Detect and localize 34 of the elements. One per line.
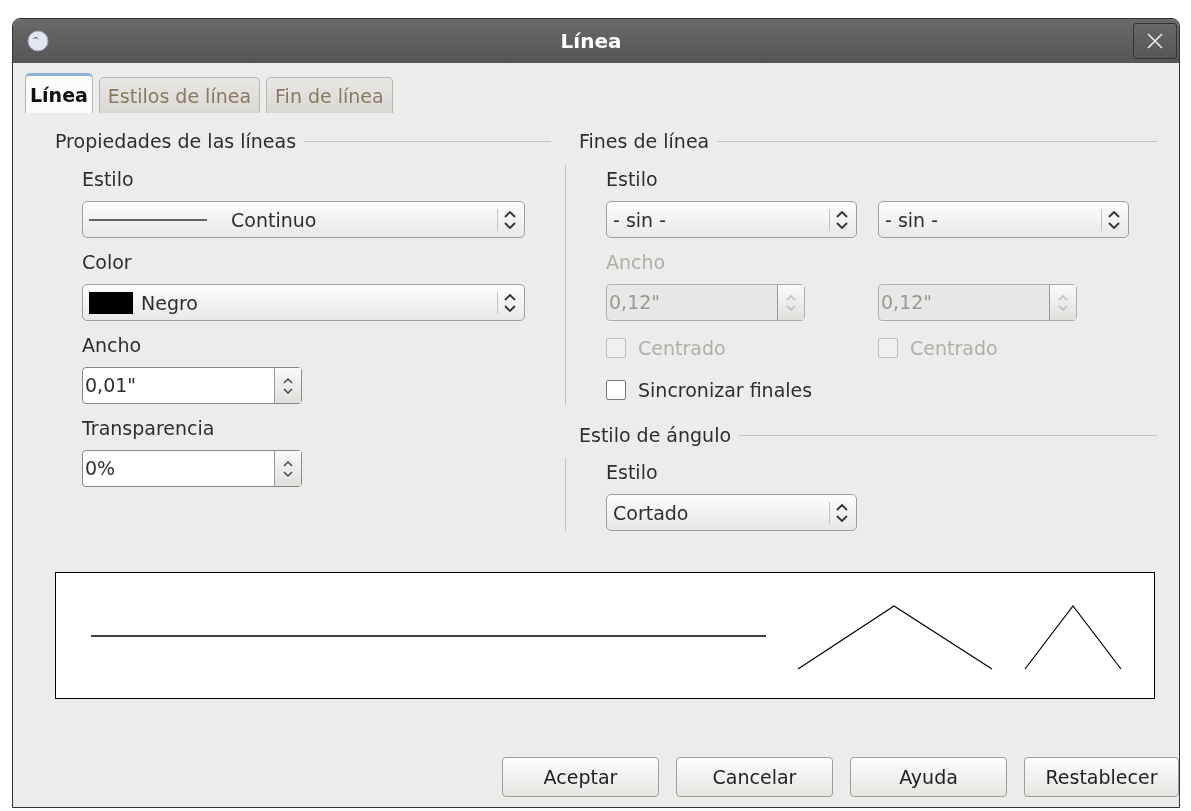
line-sample-icon: [89, 217, 207, 222]
dialog-button[interactable]: Aceptar: [502, 757, 659, 797]
spinner-arrows-icon: [829, 208, 848, 231]
color-dropdown[interactable]: Negro: [82, 284, 525, 321]
checkbox[interactable]: [606, 380, 626, 400]
tab[interactable]: Línea: [25, 73, 93, 113]
section-heading: Estilo de ángulo: [579, 424, 732, 446]
spinner-arrows-icon: [497, 291, 516, 314]
dialog-button[interactable]: Cancelar: [676, 757, 833, 797]
close-icon: [1146, 32, 1164, 50]
section-heading: Propiedades de las líneas: [55, 130, 297, 152]
dialog-button[interactable]: Restablecer: [1024, 757, 1179, 797]
close-button[interactable]: [1133, 23, 1177, 59]
spin-field[interactable]: 0,01": [82, 367, 302, 404]
checkbox-label: Sincronizar finales: [638, 379, 813, 401]
spinner-arrows-icon: [1101, 208, 1120, 231]
line-style-dropdown[interactable]: Continuo: [82, 201, 525, 238]
dialog-button[interactable]: Ayuda: [850, 757, 1007, 797]
checkbox-label: Centrado: [638, 337, 726, 359]
spin-field[interactable]: 0%: [82, 450, 302, 487]
field-label: Estilo: [606, 167, 658, 192]
spinner-arrows-icon: [497, 208, 516, 231]
field-label: Estilo: [82, 167, 134, 192]
field-label: Estilo: [606, 460, 658, 485]
checkbox-label: Centrado: [910, 337, 998, 359]
field-label: Color: [82, 250, 132, 275]
app-icon: [27, 30, 49, 52]
field-label: Transparencia: [82, 416, 215, 441]
window-title: Línea: [559, 29, 623, 53]
section-heading: Fines de línea: [579, 130, 710, 152]
corner-style-dropdown[interactable]: Cortado: [606, 494, 857, 531]
field-label: Ancho: [82, 333, 142, 358]
field-label: Ancho: [606, 250, 666, 275]
spinner-arrows-icon: [829, 501, 848, 524]
